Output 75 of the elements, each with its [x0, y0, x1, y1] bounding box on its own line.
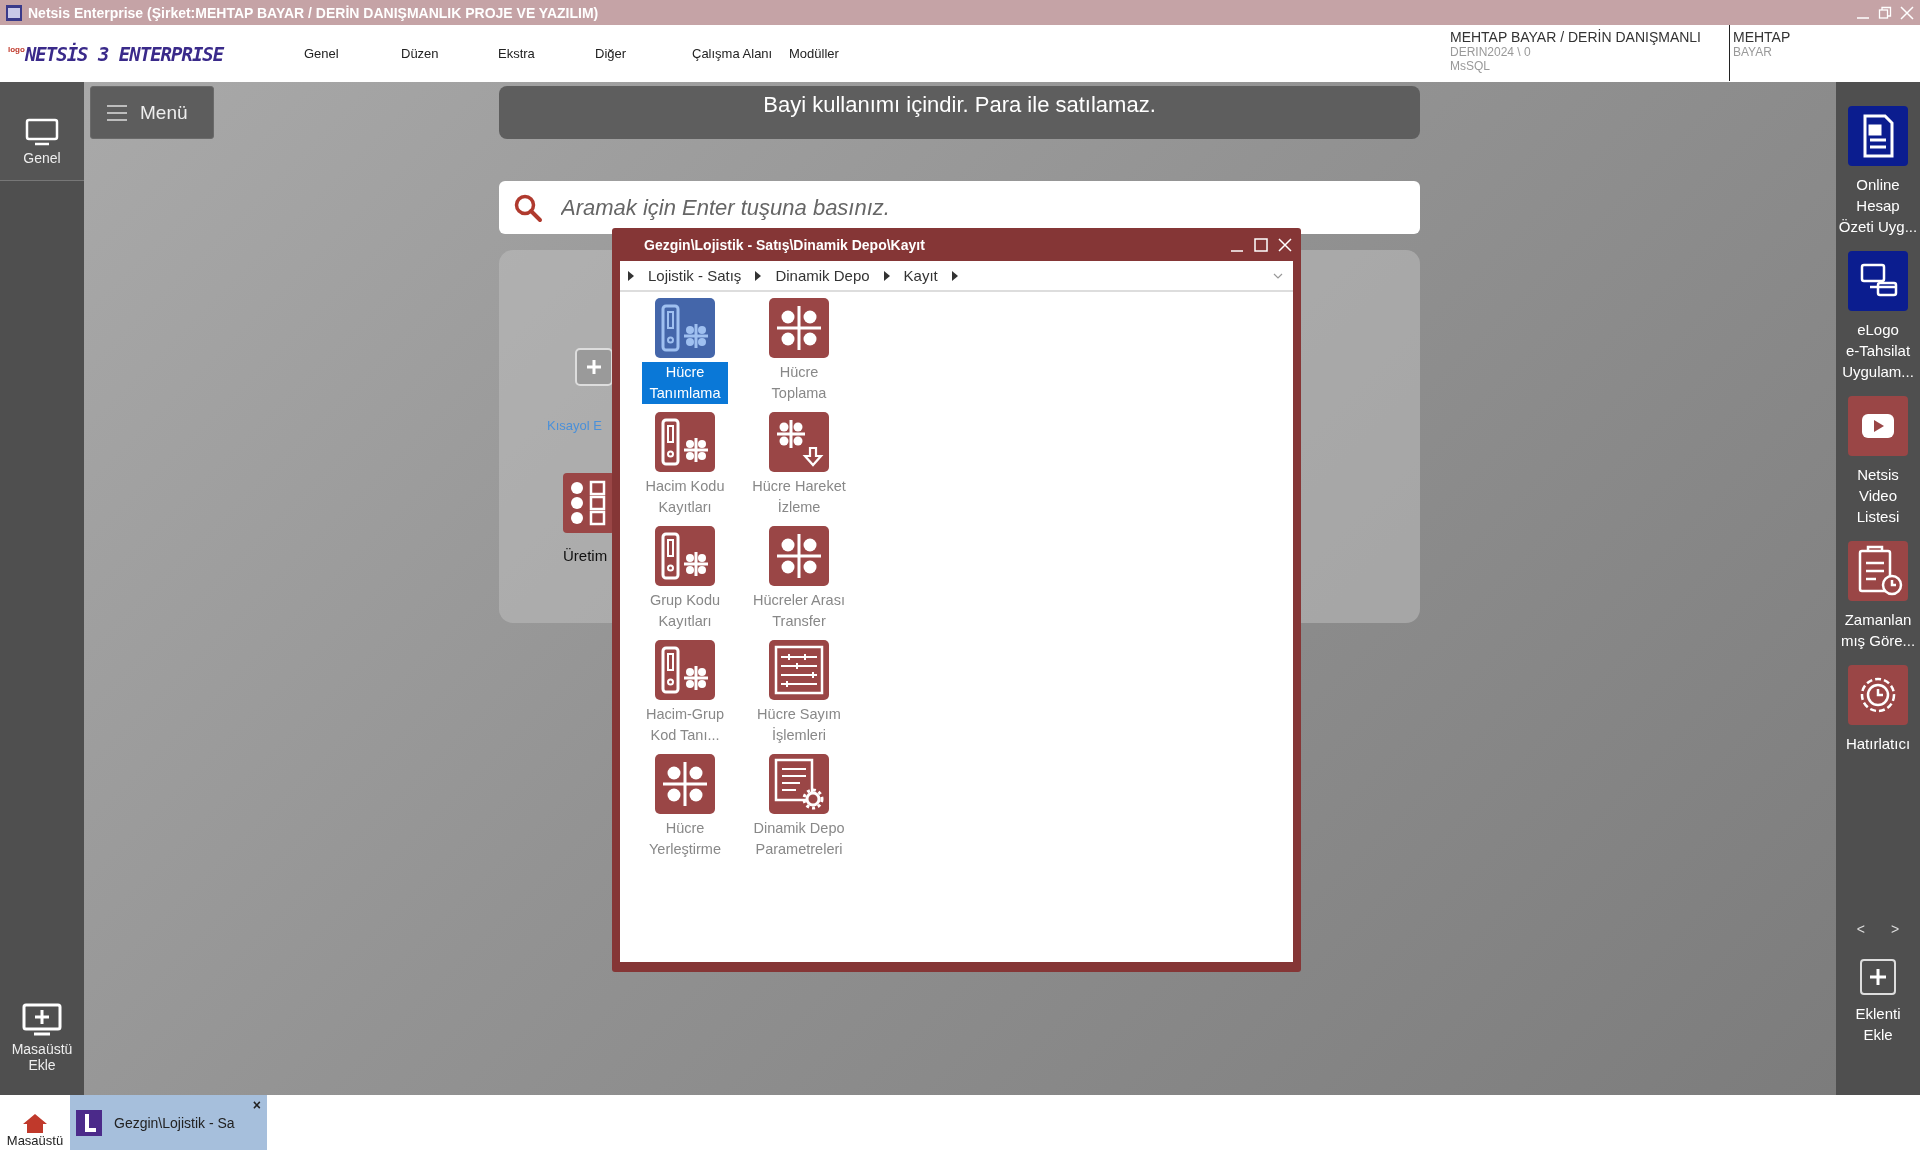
- home-icon: [22, 1113, 48, 1133]
- previous-button[interactable]: <: [1856, 921, 1865, 937]
- menu-item[interactable]: Çalışma Alanı: [692, 46, 789, 61]
- company-name: MEHTAP BAYAR / DERİN DANIŞMANLI: [1450, 29, 1702, 45]
- monitor-plus-icon: [22, 1003, 62, 1037]
- menu-item[interactable]: Modüller: [789, 46, 886, 61]
- add-plugin-label[interactable]: Eklenti Ekle: [1855, 1003, 1901, 1045]
- document-icon[interactable]: [1848, 106, 1908, 166]
- rack-grid-icon[interactable]: [655, 640, 715, 700]
- item-label[interactable]: Grup Kodu Kayıtları: [647, 590, 723, 632]
- item-label[interactable]: Hücre Yerleştirme: [647, 818, 723, 860]
- app-icon: [6, 4, 22, 21]
- item-label[interactable]: Hücre Tanımlama: [642, 362, 728, 404]
- tab-close-button[interactable]: ×: [252, 1097, 261, 1113]
- caret-icon: [755, 270, 762, 281]
- rack-grid-icon[interactable]: [655, 298, 715, 358]
- grid-icon[interactable]: [655, 754, 715, 814]
- sidebar-label[interactable]: Online Hesap Özeti Uyg...: [1838, 174, 1918, 237]
- clipboard-clock-icon[interactable]: [1848, 541, 1908, 601]
- window-title: Netsis Enterprise (Şirket:MEHTAP BAYAR / DERİN DANIŞMANLIK PROJE VE YAZILIM): [28, 4, 599, 21]
- sidebar-item[interactable]: Genel: [0, 82, 84, 181]
- item-label[interactable]: Hücreler Arası Transfer: [751, 590, 847, 632]
- next-button[interactable]: >: [1891, 921, 1900, 937]
- item-label[interactable]: Dinamik Depo Parametreleri: [751, 818, 847, 860]
- add-shortcut-icon[interactable]: [575, 348, 613, 386]
- logo-mark: logo: [8, 44, 25, 54]
- item-label[interactable]: Hücre Hareket İzleme: [750, 476, 848, 518]
- dropdown-icon[interactable]: [1273, 271, 1283, 280]
- play-icon[interactable]: [1848, 396, 1908, 456]
- menu-item[interactable]: Genel: [304, 46, 401, 61]
- app-icon: [76, 1109, 102, 1136]
- breadcrumb-item[interactable]: Dinamik Depo: [775, 267, 870, 284]
- add-icon[interactable]: [1860, 959, 1896, 995]
- add-desktop-button[interactable]: Masaüstü Ekle: [0, 989, 84, 1095]
- caret-icon: [883, 270, 890, 281]
- caret-icon: [951, 270, 958, 281]
- menu-item[interactable]: Ekstra: [498, 46, 595, 61]
- maximize-icon[interactable]: [1253, 236, 1269, 253]
- item-label[interactable]: Hacim-Grup Kod Tanı...: [643, 704, 727, 746]
- user-last-name: BAYAR: [1733, 45, 1773, 59]
- grid-icon[interactable]: [769, 298, 829, 358]
- user-first-name: MEHTAP: [1733, 29, 1792, 45]
- grid-icon[interactable]: [769, 526, 829, 586]
- item-label[interactable]: Hücre Sayım İşlemleri: [755, 704, 843, 746]
- close-icon[interactable]: [1277, 236, 1293, 253]
- list-icon[interactable]: [769, 640, 829, 700]
- rack-grid-icon[interactable]: [655, 412, 715, 472]
- breadcrumb-item[interactable]: Lojistik - Satış: [648, 267, 742, 284]
- notice-banner: Bayi kullanımı içindir. Para ile satılamaz.: [499, 86, 1420, 139]
- menu-item[interactable]: Düzen: [401, 46, 498, 61]
- taskbar-tab[interactable]: Gezgin\Lojistik - Sa ×: [70, 1095, 267, 1150]
- sidebar-label[interactable]: Hatırlatıcı: [1845, 733, 1911, 754]
- database-name: DERIN2024 \ 0: [1450, 45, 1532, 59]
- menu-button[interactable]: Menü: [90, 86, 214, 139]
- item-label[interactable]: Hücre Toplama: [769, 362, 829, 404]
- server-type: MsSQL: [1450, 59, 1491, 73]
- monitor-icon: [25, 118, 59, 146]
- explorer-title: Gezgin\Lojistik - Satış\Dinamik Depo\Kayıt: [644, 236, 925, 253]
- home-button[interactable]: Masaüstü: [0, 1095, 70, 1150]
- payment-icon[interactable]: [1848, 251, 1908, 311]
- sidebar-label[interactable]: Netsis Video Listesi: [1856, 464, 1900, 527]
- sidebar-label[interactable]: eLogo e-Tahsilat Uygulam...: [1842, 319, 1914, 382]
- gear-clock-icon[interactable]: [1848, 665, 1908, 725]
- menu-icon: [106, 103, 128, 122]
- document-gear-icon[interactable]: [769, 754, 829, 814]
- caret-icon: [628, 270, 634, 281]
- breadcrumb-item[interactable]: Kayıt: [903, 267, 938, 284]
- shortcut-label[interactable]: Üretim: [563, 547, 608, 564]
- item-label[interactable]: Hacim Kodu Kayıtları: [643, 476, 727, 518]
- rack-grid-icon[interactable]: [655, 526, 715, 586]
- sidebar-label[interactable]: Zamanlan mış Göre...: [1840, 609, 1916, 651]
- logo: NETSİS 3 ENTERPRISE: [24, 42, 224, 65]
- checklist-icon[interactable]: [563, 473, 615, 533]
- search-icon: [513, 192, 543, 223]
- menu-item[interactable]: Diğer: [595, 46, 692, 61]
